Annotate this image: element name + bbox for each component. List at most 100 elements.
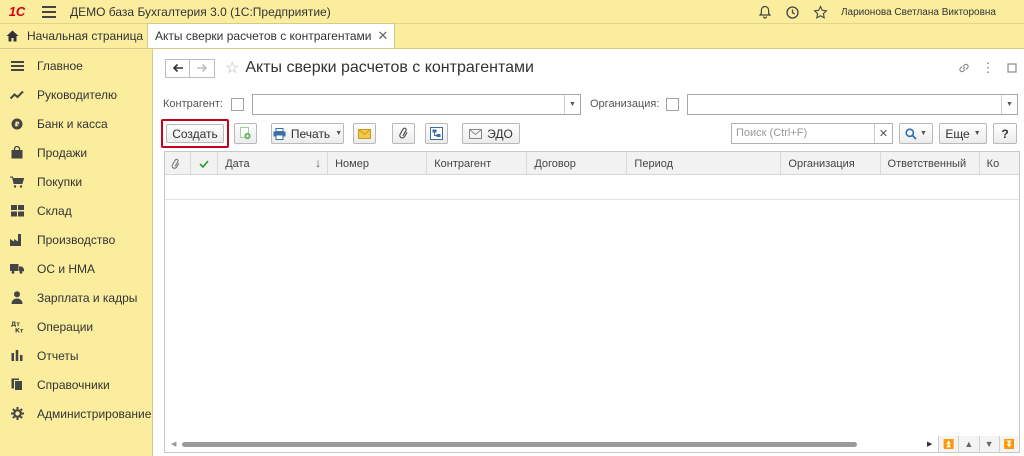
scroll-up-icon[interactable]: ▲	[958, 436, 979, 452]
open-tabs-bar: Начальная страница Акты сверки расчетов …	[0, 23, 1024, 49]
operations-icon: Дт Кт	[10, 320, 24, 334]
tab-home-label: Начальная страница	[27, 29, 144, 43]
app-logo-text: 1С	[8, 4, 26, 19]
column-date[interactable]: Дата ↓	[218, 152, 329, 175]
sidebar-item-purchases[interactable]: Покупки	[0, 167, 152, 196]
sidebar-item-main[interactable]: Главное	[0, 51, 152, 80]
sidebar-item-label: Склад	[37, 203, 72, 218]
bell-icon[interactable]	[751, 0, 779, 24]
back-button[interactable]	[165, 58, 190, 78]
send-email-button[interactable]	[353, 123, 376, 144]
column-comment-label: Ко	[986, 157, 1000, 170]
column-contract-label: Договор	[534, 157, 576, 170]
svg-text:₽: ₽	[15, 120, 20, 128]
print-button-label: Печать	[290, 126, 331, 141]
scrollbar-thumb[interactable]	[182, 442, 857, 447]
column-number[interactable]: Номер	[328, 152, 428, 175]
sidebar-item-sales[interactable]: Продажи	[0, 138, 152, 167]
tab-active-label: Акты сверки расчетов с контрагентами	[155, 29, 372, 43]
sidebar-item-operations[interactable]: Дт Кт Операции	[0, 312, 152, 341]
sidebar-item-manager[interactable]: Руководителю	[0, 80, 152, 109]
sidebar-item-fixed-assets[interactable]: ОС и НМА	[0, 254, 152, 283]
help-button[interactable]: ?	[993, 123, 1017, 144]
column-counterparty[interactable]: Контрагент	[427, 152, 528, 175]
column-attachments[interactable]	[165, 152, 191, 175]
search-placeholder: Поиск (Ctrl+F)	[736, 127, 808, 139]
table-row[interactable]	[165, 176, 1019, 200]
person-icon	[10, 291, 24, 305]
svg-text:Кт: Кт	[15, 328, 24, 334]
maximize-icon[interactable]	[1000, 63, 1024, 73]
search-options-button[interactable]: ▼	[899, 123, 933, 144]
column-responsible[interactable]: Ответственный	[881, 152, 980, 175]
organization-field[interactable]: ▼	[687, 94, 1018, 115]
more-button[interactable]: Еще ▼	[939, 123, 987, 144]
column-organization-label: Организация	[788, 157, 855, 170]
column-comment[interactable]: Ко	[980, 152, 1019, 175]
chevron-down-icon: ▼	[335, 130, 343, 137]
close-tab-icon[interactable]: ✕	[377, 28, 388, 44]
horizontal-scrollbar[interactable]: ◀ ▶ ⏫ ▲ ▼ ⏬	[165, 436, 1019, 452]
edo-button-label: ЭДО	[487, 126, 513, 141]
cart-icon	[10, 175, 24, 189]
column-date-label: Дата	[225, 157, 250, 170]
sidebar-item-label: Справочники	[37, 377, 110, 392]
column-period[interactable]: Период	[627, 152, 782, 175]
sidebar-item-label: Главное	[37, 58, 83, 73]
user-name[interactable]: Ларионова Светлана Викторовна	[841, 7, 996, 18]
favorites-star-icon[interactable]	[807, 0, 835, 24]
sections-sidebar: Главное Руководителю ₽ Банк и касса Прод…	[0, 49, 153, 456]
counterparty-field[interactable]: ▼	[252, 94, 581, 115]
dropdown-arrow-icon[interactable]: ▼	[564, 95, 580, 114]
history-icon[interactable]	[779, 0, 807, 24]
go-to-first-icon[interactable]: ⏫	[938, 436, 959, 452]
sidebar-item-label: Отчеты	[37, 348, 79, 363]
scroll-down-icon[interactable]: ▼	[978, 436, 999, 452]
column-posted[interactable]	[191, 152, 219, 175]
bar-chart-icon	[10, 349, 24, 363]
dropdown-arrow-icon[interactable]: ▼	[1001, 95, 1017, 114]
scroll-left-icon[interactable]: ◀	[171, 440, 176, 448]
edo-button[interactable]: ЭДО	[462, 123, 520, 144]
edo-icon	[469, 128, 483, 139]
sidebar-item-reports[interactable]: Отчеты	[0, 341, 152, 370]
more-actions-icon[interactable]: ⋮	[976, 60, 1000, 76]
sidebar-item-bank[interactable]: ₽ Банк и касса	[0, 109, 152, 138]
command-bar: Создать Печать ▼ ЭДО Поиск (Ctrl+F) ✕ ▼ …	[161, 119, 1021, 148]
column-contract[interactable]: Договор	[527, 152, 628, 175]
clear-search-icon[interactable]: ✕	[874, 124, 892, 143]
column-organization[interactable]: Организация	[781, 152, 881, 175]
tab-reconciliation-acts[interactable]: Акты сверки расчетов с контрагентами ✕	[147, 23, 396, 48]
sidebar-item-label: Покупки	[37, 174, 83, 189]
sort-down-icon: ↓	[315, 156, 322, 170]
sidebar-item-label: ОС и НМА	[37, 261, 96, 276]
sidebar-item-salary[interactable]: Зарплата и кадры	[0, 283, 152, 312]
attach-button[interactable]	[392, 123, 415, 144]
scroll-right-icon[interactable]: ▶	[927, 440, 932, 448]
sidebar-item-directories[interactable]: Справочники	[0, 370, 152, 399]
forward-button[interactable]	[190, 58, 215, 78]
link-icon[interactable]	[952, 61, 976, 75]
sidebar-item-warehouse[interactable]: Склад	[0, 196, 152, 225]
paperclip-icon	[398, 127, 408, 139]
paperclip-icon	[171, 158, 180, 169]
sidebar-item-administration[interactable]: Администрирование	[0, 399, 152, 428]
tab-home[interactable]: Начальная страница	[0, 24, 145, 48]
column-counterparty-label: Контрагент	[434, 157, 492, 170]
sidebar-item-production[interactable]: Производство	[0, 225, 152, 254]
sidebar-item-label: Банк и касса	[37, 116, 108, 131]
sidebar-item-label: Операции	[37, 319, 94, 334]
print-button[interactable]: Печать ▼	[271, 123, 344, 144]
documents-table[interactable]: Дата ↓ Номер Контрагент Договор Период О…	[164, 151, 1020, 453]
go-to-last-icon[interactable]: ⏬	[998, 436, 1019, 452]
favorite-star-icon[interactable]: ☆	[225, 58, 239, 78]
list-icon	[10, 59, 24, 73]
search-input[interactable]: Поиск (Ctrl+F) ✕	[731, 123, 893, 144]
organization-checkbox[interactable]	[666, 98, 679, 111]
truck-icon	[10, 262, 24, 276]
copy-button[interactable]	[234, 123, 257, 144]
counterparty-checkbox[interactable]	[231, 98, 244, 111]
create-button[interactable]: Создать	[166, 124, 224, 143]
main-menu-icon[interactable]	[42, 5, 56, 18]
structure-button[interactable]	[425, 123, 448, 144]
